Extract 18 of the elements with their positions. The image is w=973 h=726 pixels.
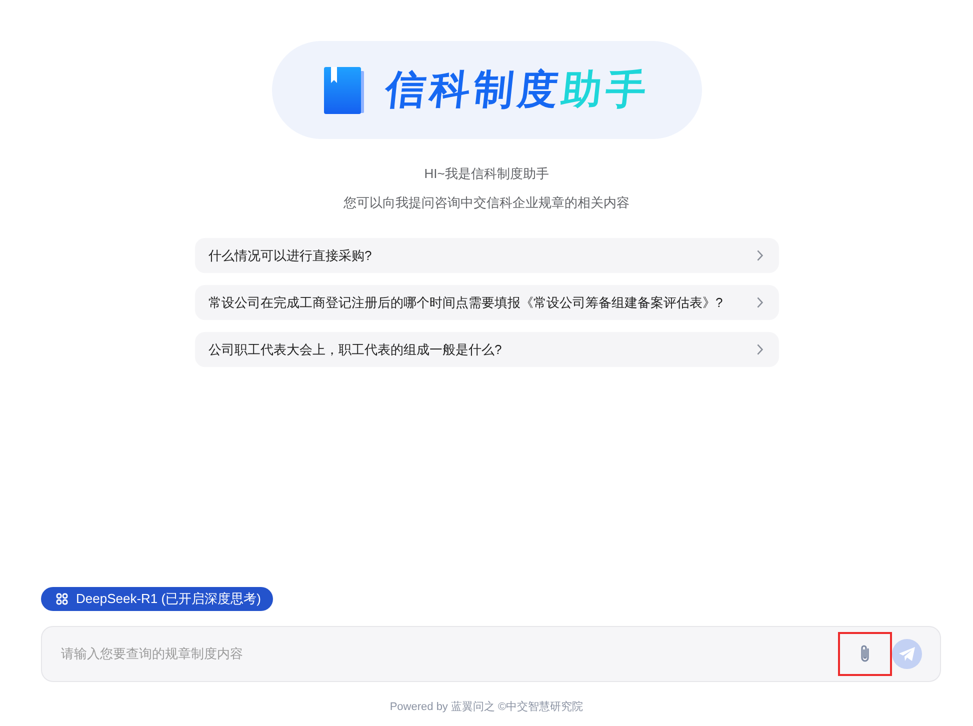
book-icon <box>324 66 364 114</box>
chevron-right-icon <box>756 250 762 261</box>
paper-plane-icon <box>899 646 915 662</box>
footer-credit: Powered by 蓝翼问之 ©中交智慧研究院 <box>390 700 584 715</box>
title-accent-text: 助手 <box>559 70 652 110</box>
paperclip-icon <box>859 644 871 664</box>
chevron-right-icon <box>756 297 762 308</box>
greeting-text: HI~我是信科制度助手 <box>424 165 549 183</box>
model-selector-chip[interactable]: DeepSeek-R1 (已开启深度思考) <box>41 587 273 611</box>
message-input-field[interactable]: 请输入您要查询的规章制度内容 <box>61 644 838 664</box>
chevron-right-icon <box>756 344 762 355</box>
suggested-question[interactable]: 公司职工代表大会上，职工代表的组成一般是什么? <box>194 332 778 367</box>
grid-nodes-icon <box>56 593 68 605</box>
attach-button[interactable] <box>838 632 892 676</box>
suggested-question[interactable]: 常设公司在完成工商登记注册后的哪个时间点需要填报《常设公司筹备组建备案评估表》? <box>194 285 778 320</box>
intro-text: 您可以向我提问咨询中交信科企业规章的相关内容 <box>344 194 630 212</box>
suggested-question[interactable]: 什么情况可以进行直接采购? <box>194 238 778 273</box>
message-input-box[interactable]: 请输入您要查询的规章制度内容 <box>41 626 941 682</box>
